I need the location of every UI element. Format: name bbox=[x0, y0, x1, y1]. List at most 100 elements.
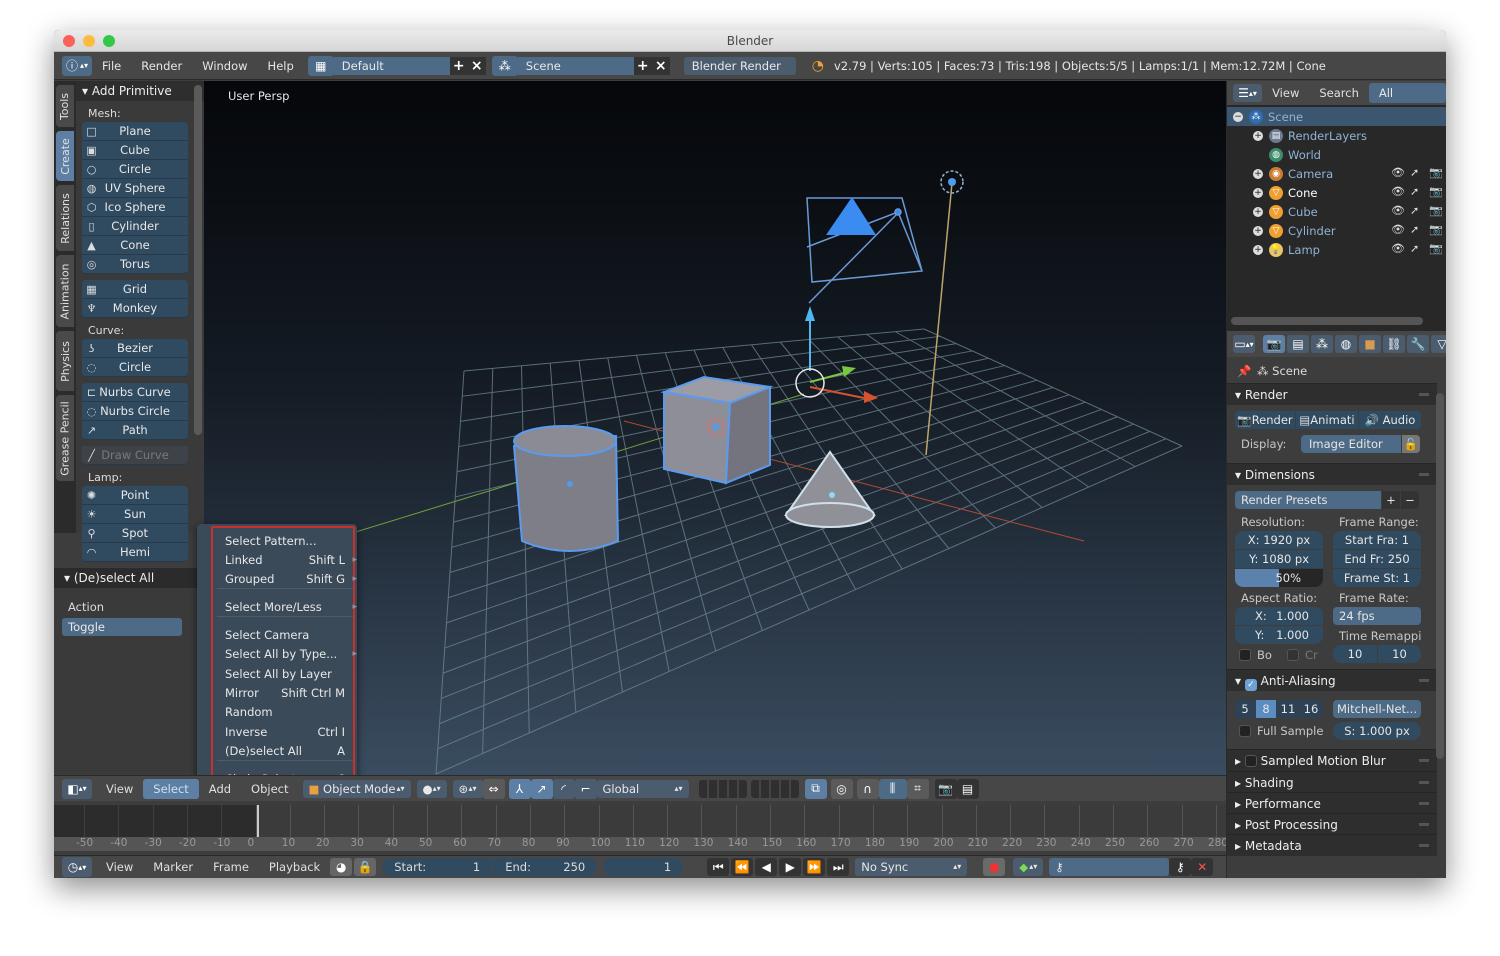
record-icon[interactable]: ● bbox=[983, 858, 1006, 876]
add-cylinder-button[interactable]: ▯ Cylinder bbox=[82, 217, 188, 236]
manipulator-scale-icon[interactable]: ⌐ bbox=[574, 778, 597, 799]
outliner-row-cone[interactable]: + ▽ Cone 👁 ➚ 📷 bbox=[1227, 183, 1446, 202]
expand-toggle-icon[interactable]: + bbox=[1253, 130, 1263, 141]
cursor-icon[interactable]: ➚ bbox=[1410, 242, 1419, 255]
layers-group-2[interactable] bbox=[750, 779, 799, 798]
add-path-button[interactable]: ↗ Path bbox=[82, 421, 188, 440]
add-nurbs-curve-button[interactable]: ⊏ Nurbs Curve bbox=[82, 383, 188, 402]
timeline-menu-frame[interactable]: Frame bbox=[203, 857, 259, 877]
render-button[interactable]: 📷Render bbox=[1235, 411, 1295, 429]
menu-add[interactable]: Add bbox=[199, 779, 241, 799]
add-ico-sphere-button[interactable]: ⬡ Ico Sphere bbox=[82, 198, 188, 217]
render-still-icon[interactable]: 📷 bbox=[934, 778, 957, 799]
menu-select[interactable]: Select bbox=[143, 778, 199, 799]
render-animation-icon[interactable]: ▤ bbox=[956, 778, 979, 799]
border-checkbox[interactable] bbox=[1239, 649, 1251, 661]
menu-item-select-all-by-type[interactable]: Select All by Type... ▸ bbox=[225, 645, 357, 663]
lock-interface-icon[interactable]: 🔓 bbox=[1402, 435, 1420, 453]
motion-blur-checkbox[interactable] bbox=[1244, 755, 1257, 767]
screen-layout-field[interactable]: Default bbox=[333, 56, 450, 75]
add-nurbs-circle-button[interactable]: ◌ Nurbs Circle bbox=[82, 402, 188, 421]
frame-rate-select[interactable]: 24 fps bbox=[1333, 607, 1421, 625]
constraints-context-icon[interactable]: ⛓ bbox=[1383, 335, 1405, 353]
expand-toggle-icon[interactable]: + bbox=[1253, 187, 1263, 198]
outliner-row-cylinder[interactable]: + ▽ Cylinder 👁 ➚ 📷 bbox=[1227, 221, 1446, 240]
snap-icon[interactable]: ∩ bbox=[856, 778, 879, 799]
lock-icon[interactable]: 🔒 bbox=[354, 858, 377, 876]
snap-element-icon[interactable]: ⫼ bbox=[878, 778, 907, 799]
menu-item-random[interactable]: Random bbox=[225, 703, 351, 721]
expand-toggle-icon[interactable]: − bbox=[1233, 111, 1243, 122]
timeline-menu-view[interactable]: View bbox=[96, 857, 143, 877]
outliner-hscrollbar[interactable] bbox=[1231, 317, 1423, 325]
camera-render-icon[interactable]: 📷 bbox=[1429, 223, 1443, 236]
close-window-button[interactable] bbox=[63, 35, 75, 47]
menu-item-select-camera[interactable]: Select Camera bbox=[225, 626, 351, 644]
screen-layout-icon[interactable]: ▦ bbox=[307, 55, 334, 76]
snap-target-icon[interactable]: ⌗ bbox=[906, 778, 929, 799]
timeline-menu-playback[interactable]: Playback bbox=[259, 857, 330, 877]
aa-samples-11[interactable]: 11 bbox=[1277, 700, 1299, 718]
zoom-window-button[interactable] bbox=[103, 35, 115, 47]
render-panel-header[interactable]: ▾ Render bbox=[1227, 383, 1437, 405]
post-processing-panel-header[interactable]: ▸ Post Processing bbox=[1227, 813, 1437, 835]
data-context-icon[interactable]: ▽ bbox=[1431, 335, 1446, 353]
sampled-motion-blur-panel-header[interactable]: ▸ Sampled Motion Blur bbox=[1227, 749, 1437, 771]
editor-type-3d-icon[interactable]: ◧ ▴▾ bbox=[62, 778, 92, 799]
3d-viewport[interactable]: User Persp bbox=[204, 81, 1226, 775]
outliner-row-camera[interactable]: + ◉ Camera 👁 ➚ 📷 bbox=[1227, 164, 1446, 183]
eye-icon[interactable]: 👁 bbox=[1391, 223, 1405, 236]
shading-select[interactable]: ● ▴▾ bbox=[416, 779, 447, 798]
expand-toggle-icon[interactable]: + bbox=[1253, 244, 1263, 255]
cursor-icon[interactable]: ➚ bbox=[1410, 185, 1419, 198]
aa-samples-16[interactable]: 16 bbox=[1300, 700, 1322, 718]
resolution-x-field[interactable]: X: 1920 px bbox=[1235, 531, 1323, 549]
menu-item-grouped[interactable]: Grouped Shift G ▸ bbox=[225, 570, 357, 588]
outliner-menu-search[interactable]: Search bbox=[1309, 83, 1369, 103]
render-presets-select[interactable]: Render Presets bbox=[1235, 491, 1381, 509]
menu-help[interactable]: Help bbox=[258, 59, 304, 73]
manipulator-translate-icon[interactable]: ⅄ bbox=[508, 778, 531, 799]
render-engine-select[interactable]: Blender Render bbox=[683, 56, 796, 75]
anti-aliasing-panel-header[interactable]: ▾ ✓ Anti-Aliasing bbox=[1227, 669, 1437, 691]
add-primitive-panel-header[interactable]: ▾ Add Primitive bbox=[76, 81, 204, 101]
outliner-row-renderlayers[interactable]: + ▤ RenderLayers bbox=[1227, 126, 1446, 145]
remap-new-field[interactable]: 10 bbox=[1378, 645, 1421, 663]
start-frame-field[interactable]: Start: 1 bbox=[382, 858, 493, 876]
play-icon[interactable]: ▶ bbox=[779, 858, 802, 876]
menu-object[interactable]: Object bbox=[241, 779, 298, 799]
eye-icon[interactable]: 👁 bbox=[1391, 204, 1405, 217]
add-point-button[interactable]: ✺ Point bbox=[82, 486, 188, 505]
outliner-row-world[interactable]: +◍World bbox=[1227, 145, 1446, 164]
camera-render-icon[interactable]: 📷 bbox=[1429, 166, 1443, 179]
tab-grease-pencil[interactable]: Grease Pencil bbox=[56, 395, 74, 481]
add-preset-button[interactable]: + bbox=[1382, 491, 1400, 509]
add-bezier-button[interactable]: ʖ Bezier bbox=[82, 339, 188, 358]
scene-context-icon[interactable]: ⁂ bbox=[1311, 335, 1333, 353]
camera-render-icon[interactable]: 📷 bbox=[1429, 204, 1443, 217]
expand-toggle-icon[interactable]: + bbox=[1253, 206, 1263, 217]
editor-type-timeline-icon[interactable]: ◷ ▴▾ bbox=[62, 857, 92, 877]
anti-aliasing-checkbox[interactable]: ✓ bbox=[1244, 679, 1257, 691]
add-hemi-button[interactable]: ◠ Hemi bbox=[82, 543, 188, 562]
camera-render-icon[interactable]: 📷 bbox=[1429, 242, 1443, 255]
cursor-icon[interactable]: ➚ bbox=[1410, 204, 1419, 217]
tab-physics[interactable]: Physics bbox=[56, 331, 74, 391]
frame-ruler[interactable]: -50 -40 -30 -20 -10 0 10 20 30 40 50 60 70 80 90 100 110… bbox=[54, 837, 1228, 851]
expand-toggle-icon[interactable]: + bbox=[1253, 225, 1263, 236]
dimensions-panel-header[interactable]: ▾ Dimensions bbox=[1227, 463, 1437, 485]
delete-screen-button[interactable]: × bbox=[467, 56, 486, 75]
delete-scene-button[interactable]: × bbox=[651, 56, 670, 75]
add-scene-button[interactable]: + bbox=[633, 56, 652, 75]
add-screen-button[interactable]: + bbox=[449, 56, 468, 75]
keying-set-field[interactable]: ⚷ bbox=[1049, 858, 1170, 876]
menu-item-inverse[interactable]: Inverse Ctrl I bbox=[225, 723, 351, 741]
add-cone-button[interactable]: ▲ Cone bbox=[82, 236, 188, 255]
display-select[interactable]: Image Editor bbox=[1301, 435, 1401, 453]
outliner-row-cube[interactable]: + ▽ Cube 👁 ➚ 📷 bbox=[1227, 202, 1446, 221]
jump-end-icon[interactable]: ⏭ bbox=[827, 858, 850, 876]
outliner-row-scene[interactable]: − ⁂ Scene bbox=[1227, 107, 1446, 126]
proportional-edit-icon[interactable]: ◎ bbox=[830, 778, 853, 799]
layers-group-1[interactable] bbox=[698, 779, 747, 798]
mode-select[interactable]: ■ Object Mode ▴▾ bbox=[302, 779, 411, 798]
